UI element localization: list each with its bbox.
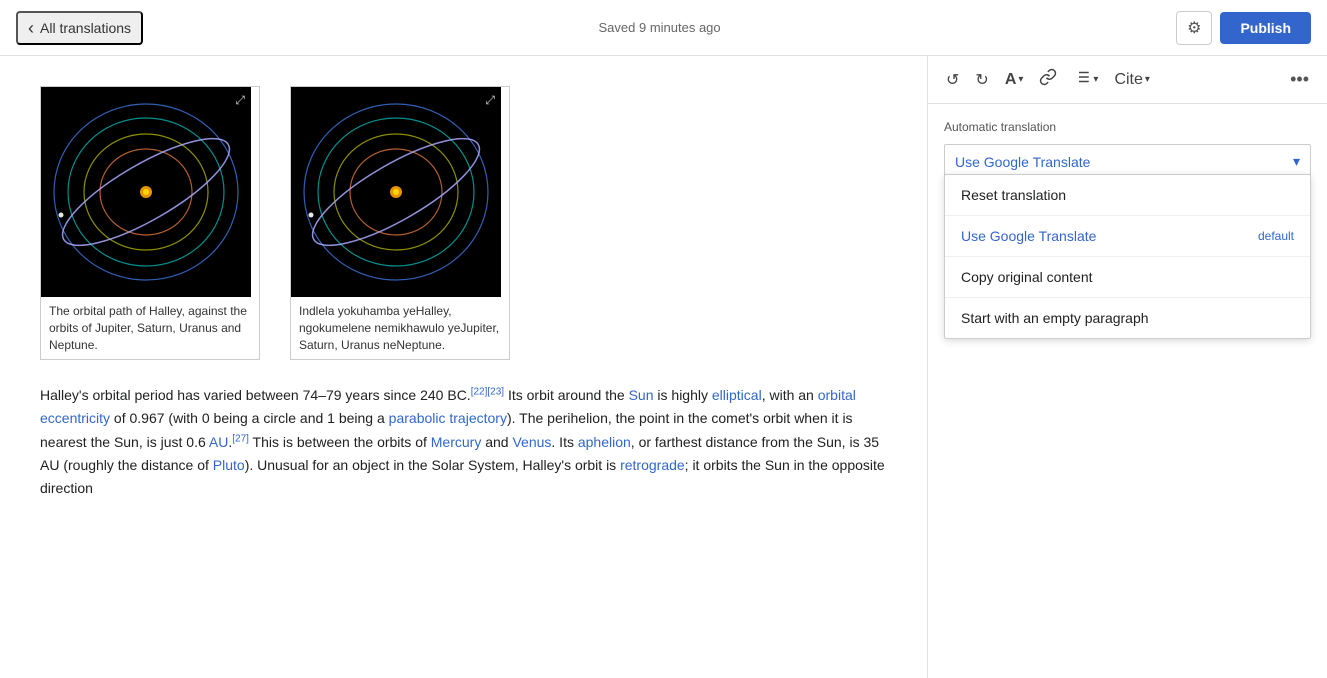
back-button[interactable]: ‹ All translations xyxy=(16,11,143,45)
dropdown-arrow-icon: ▾ xyxy=(1293,153,1300,170)
citation-27[interactable]: [27] xyxy=(232,433,249,444)
selected-option-label: Use Google Translate xyxy=(955,154,1090,170)
header: ‹ All translations Saved 9 minutes ago ⚙… xyxy=(0,0,1327,56)
dropdown-item-copy-original-label: Copy original content xyxy=(961,269,1093,285)
link-icon xyxy=(1039,68,1057,91)
list-arrow-icon: ▾ xyxy=(1093,74,1098,85)
link-venus[interactable]: Venus xyxy=(512,434,551,450)
header-actions: ⚙ Publish xyxy=(1176,11,1311,45)
gear-icon: ⚙ xyxy=(1187,18,1201,38)
text-format-button[interactable]: A ▾ xyxy=(999,67,1030,93)
translation-dropdown-menu: Reset translation Use Google Translate d… xyxy=(944,174,1311,339)
orbital-svg-2 xyxy=(291,87,501,297)
right-panel: ↺ ↻ A ▾ ▾ Cite ▾ xyxy=(927,56,1327,678)
translation-section: Automatic translation Use Google Transla… xyxy=(928,104,1327,678)
image-caption-2: Indlela yokuhamba yeHalley, ngokumelene … xyxy=(291,297,509,359)
link-au[interactable]: AU xyxy=(209,434,228,450)
image-card-1: ⤢ xyxy=(40,86,260,360)
cite-arrow-icon: ▾ xyxy=(1145,74,1150,85)
orbital-image-1: ⤢ xyxy=(41,87,251,297)
settings-button[interactable]: ⚙ xyxy=(1176,11,1212,45)
list-icon xyxy=(1073,68,1091,91)
more-icon: ••• xyxy=(1290,69,1309,89)
image-caption-1: The orbital path of Halley, against the … xyxy=(41,297,259,359)
dropdown-item-copy-original[interactable]: Copy original content xyxy=(945,257,1310,298)
undo-button[interactable]: ↺ xyxy=(940,66,965,94)
back-arrow-icon: ‹ xyxy=(28,19,34,37)
editor-area[interactable]: ⤢ xyxy=(0,56,927,678)
link-button[interactable] xyxy=(1033,64,1063,95)
link-elliptical[interactable]: elliptical xyxy=(712,387,762,403)
dropdown-item-empty-paragraph-label: Start with an empty paragraph xyxy=(961,310,1149,326)
article-paragraph: Halley's orbital period has varied betwe… xyxy=(40,384,887,499)
images-row: ⤢ xyxy=(40,86,887,360)
redo-button[interactable]: ↻ xyxy=(969,66,994,94)
saved-status: Saved 9 minutes ago xyxy=(143,20,1176,35)
image-card-2: ⤢ Indlela yokuhamba yeHalley, ngokumelen… xyxy=(290,86,510,360)
expand-icon-2[interactable]: ⤢ xyxy=(485,93,495,108)
publish-button[interactable]: Publish xyxy=(1220,12,1311,44)
cite-button[interactable]: Cite ▾ xyxy=(1108,67,1155,93)
link-mercury[interactable]: Mercury xyxy=(431,434,482,450)
link-pluto[interactable]: Pluto xyxy=(213,457,245,473)
dropdown-item-google-translate-badge: default xyxy=(1258,229,1294,243)
translation-section-label: Automatic translation xyxy=(944,120,1311,134)
citation-22-23[interactable]: [22][23] xyxy=(471,387,504,398)
back-label: All translations xyxy=(40,20,131,36)
dropdown-item-reset-label: Reset translation xyxy=(961,187,1066,203)
text-format-icon: A xyxy=(1005,71,1017,89)
dropdown-item-empty-paragraph[interactable]: Start with an empty paragraph xyxy=(945,298,1310,338)
orbital-svg-1 xyxy=(41,87,251,297)
article-text: Halley's orbital period has varied betwe… xyxy=(40,384,887,499)
dropdown-item-reset[interactable]: Reset translation xyxy=(945,175,1310,216)
link-aphelion[interactable]: aphelion xyxy=(578,434,631,450)
orbital-image-2: ⤢ xyxy=(291,87,501,297)
link-retrograde[interactable]: retrograde xyxy=(620,457,685,473)
toolbar: ↺ ↻ A ▾ ▾ Cite ▾ xyxy=(928,56,1327,104)
cite-label: Cite xyxy=(1114,71,1142,89)
list-button[interactable]: ▾ xyxy=(1067,64,1104,95)
more-button[interactable]: ••• xyxy=(1284,67,1315,92)
dropdown-item-google-translate[interactable]: Use Google Translate default xyxy=(945,216,1310,257)
expand-icon-1[interactable]: ⤢ xyxy=(235,93,245,108)
text-format-arrow-icon: ▾ xyxy=(1018,74,1023,85)
undo-icon: ↺ xyxy=(946,70,959,90)
main-layout: ⤢ xyxy=(0,56,1327,678)
link-sun[interactable]: Sun xyxy=(629,387,654,403)
link-parabolic-trajectory[interactable]: parabolic trajectory xyxy=(389,410,507,426)
redo-icon: ↻ xyxy=(975,70,988,90)
dropdown-item-google-translate-label: Use Google Translate xyxy=(961,228,1096,244)
